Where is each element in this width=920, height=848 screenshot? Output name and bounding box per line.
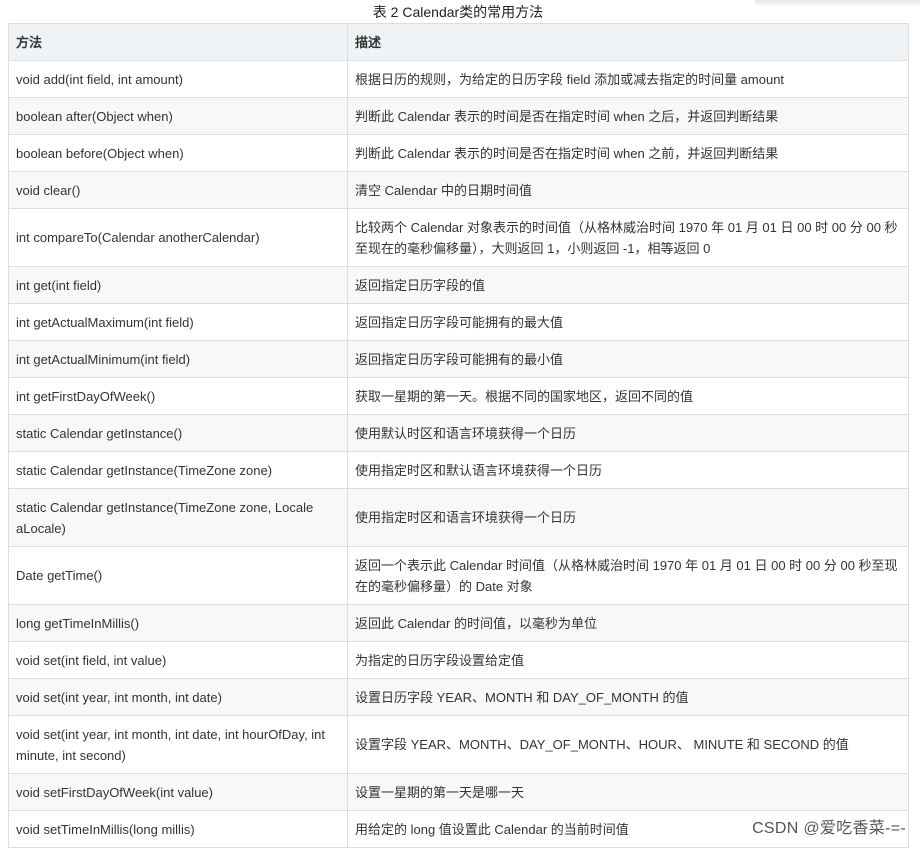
method-cell: long getTimeInMillis(): [8, 604, 348, 642]
method-cell: void clear(): [8, 171, 348, 209]
table-row: boolean after(Object when) 判断此 Calendar …: [8, 97, 909, 135]
table-row: static Calendar getInstance(TimeZone zon…: [8, 488, 909, 547]
table-row: int get(int field) 返回指定日历字段的值: [8, 266, 909, 304]
header-description: 描述: [347, 23, 909, 61]
method-cell: void set(int year, int month, int date, …: [8, 715, 348, 774]
method-cell: void set(int year, int month, int date): [8, 678, 348, 716]
method-cell: void setFirstDayOfWeek(int value): [8, 773, 348, 811]
method-cell: void set(int field, int value): [8, 641, 348, 679]
description-cell: 判断此 Calendar 表示的时间是否在指定时间 when 之前，并返回判断结…: [347, 134, 909, 172]
table-row: void setFirstDayOfWeek(int value) 设置一星期的…: [8, 773, 909, 811]
method-cell: int getFirstDayOfWeek(): [8, 377, 348, 415]
method-cell: Date getTime(): [8, 546, 348, 605]
method-cell: static Calendar getInstance(TimeZone zon…: [8, 451, 348, 489]
method-cell: int getActualMinimum(int field): [8, 340, 348, 378]
table-row: int getActualMinimum(int field) 返回指定日历字段…: [8, 340, 909, 378]
description-cell: 设置一星期的第一天是哪一天: [347, 773, 909, 811]
header-method: 方法: [8, 23, 348, 61]
method-cell: void add(int field, int amount): [8, 60, 348, 98]
description-cell: 使用指定时区和默认语言环境获得一个日历: [347, 451, 909, 489]
method-cell: int getActualMaximum(int field): [8, 303, 348, 341]
method-cell: static Calendar getInstance(): [8, 414, 348, 452]
description-cell: 设置字段 YEAR、MONTH、DAY_OF_MONTH、HOUR、 MINUT…: [347, 715, 909, 774]
description-cell: 使用指定时区和语言环境获得一个日历: [347, 488, 909, 547]
description-cell: 根据日历的规则，为给定的日历字段 field 添加或减去指定的时间量 amoun…: [347, 60, 909, 98]
description-cell: 清空 Calendar 中的日期时间值: [347, 171, 909, 209]
description-cell: 返回指定日历字段可能拥有的最小值: [347, 340, 909, 378]
description-cell: 为指定的日历字段设置给定值: [347, 641, 909, 679]
description-cell: 使用默认时区和语言环境获得一个日历: [347, 414, 909, 452]
description-cell: 获取一星期的第一天。根据不同的国家地区，返回不同的值: [347, 377, 909, 415]
description-cell: 比较两个 Calendar 对象表示的时间值（从格林威治时间 1970 年 01…: [347, 208, 909, 267]
table-row: int getFirstDayOfWeek() 获取一星期的第一天。根据不同的国…: [8, 377, 909, 415]
table-row: void set(int field, int value) 为指定的日历字段设…: [8, 641, 909, 679]
table-row: void add(int field, int amount) 根据日历的规则，…: [8, 60, 909, 98]
method-cell: boolean before(Object when): [8, 134, 348, 172]
calendar-methods-table: 方法 描述 void add(int field, int amount) 根据…: [8, 23, 909, 848]
description-cell: 设置日历字段 YEAR、MONTH 和 DAY_OF_MONTH 的值: [347, 678, 909, 716]
table-caption: 表 2 Calendar类的常用方法: [372, 4, 544, 20]
method-cell: int get(int field): [8, 266, 348, 304]
description-cell: 判断此 Calendar 表示的时间是否在指定时间 when 之后，并返回判断结…: [347, 97, 909, 135]
description-cell: 返回指定日历字段的值: [347, 266, 909, 304]
csdn-watermark: CSDN @爱吃香菜-=-: [752, 820, 906, 837]
table-row: long getTimeInMillis() 返回此 Calendar 的时间值…: [8, 604, 909, 642]
description-cell: 返回指定日历字段可能拥有的最大值: [347, 303, 909, 341]
table-row: void set(int year, int month, int date, …: [8, 715, 909, 774]
table-row: int compareTo(Calendar anotherCalendar) …: [8, 208, 909, 267]
method-cell: int compareTo(Calendar anotherCalendar): [8, 208, 348, 267]
method-cell: void setTimeInMillis(long millis): [8, 810, 348, 848]
table-header-row: 方法 描述: [8, 23, 909, 61]
table-row: static Calendar getInstance() 使用默认时区和语言环…: [8, 414, 909, 452]
table-row: int getActualMaximum(int field) 返回指定日历字段…: [8, 303, 909, 341]
method-cell: boolean after(Object when): [8, 97, 348, 135]
method-cell: static Calendar getInstance(TimeZone zon…: [8, 488, 348, 547]
description-cell: 返回此 Calendar 的时间值，以毫秒为单位: [347, 604, 909, 642]
table-row: void clear() 清空 Calendar 中的日期时间值: [8, 171, 909, 209]
description-cell: 返回一个表示此 Calendar 时间值（从格林威治时间 1970 年 01 月…: [347, 546, 909, 605]
table-row: void set(int year, int month, int date) …: [8, 678, 909, 716]
table-row: Date getTime() 返回一个表示此 Calendar 时间值（从格林威…: [8, 546, 909, 605]
table-row: boolean before(Object when) 判断此 Calendar…: [8, 134, 909, 172]
table-row: static Calendar getInstance(TimeZone zon…: [8, 451, 909, 489]
